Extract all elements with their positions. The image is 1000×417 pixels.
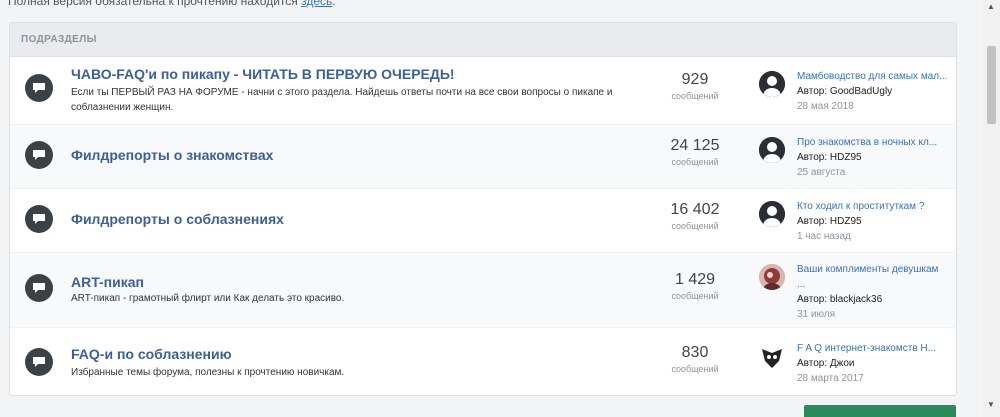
forum-row: Филдрепорты о соблазнениях 16 402 сообще… [10,189,956,253]
forum-title[interactable]: FAQ-и по соблазнению [71,346,232,362]
forum-title[interactable]: ЧАВО-FAQ'и по пикапу - ЧИТАТЬ В ПЕРВУЮ О… [71,66,455,82]
forum-chat-icon [25,274,53,302]
forum-title[interactable]: Филдрепорты о знакомствах [71,147,273,163]
last-post: Мамбоводство для самых мал... Автор: Goo… [797,69,956,114]
post-count-value: 24 125 [670,137,720,154]
vertical-scrollbar[interactable]: ▲ ▼ [983,0,1000,417]
post-count-label: сообщений [671,291,719,301]
last-post-title[interactable]: Ваши комплименты девушкам [797,262,956,277]
last-post-author: Автор: HDZ95 [797,152,862,163]
forum-description: Если ты ПЕРВЫЙ РАЗ НА ФОРУМЕ - начни с э… [71,87,613,113]
post-count: 24 125 сообщений [630,137,760,167]
photo-avatar-icon[interactable] [759,264,785,290]
scroll-down-icon[interactable]: ▼ [987,400,995,409]
forum-description: ART-пикап - грамотный флирт или Как дела… [71,293,345,304]
subforums-header: ПОДРАЗДЕЛЫ [10,23,956,57]
forum-chat-icon [25,348,53,376]
scrollbar-thumb[interactable] [987,46,996,124]
forum-chat-icon [25,205,53,233]
forum-chat-icon [25,74,53,102]
action-button[interactable] [804,405,956,417]
post-count: 1 429 сообщений [630,271,760,301]
forum-title[interactable]: ART-пикап [71,274,144,290]
top-note: Полная версия обязательна к прочтению на… [8,0,336,8]
last-post-author: Автор: GoodBadUgly [797,86,893,97]
default-avatar-icon[interactable] [759,137,785,163]
post-count-value: 1 429 [674,271,716,288]
emblem-avatar-icon[interactable] [759,345,785,371]
forum-row: ЧАВО-FAQ'и по пикапу - ЧИТАТЬ В ПЕРВУЮ О… [10,57,956,125]
last-post-date: 28 мая 2018 [797,101,854,112]
last-post-date: 1 час назад [797,231,851,242]
last-post: Ваши комплименты девушкам ... Автор: bla… [797,262,956,322]
top-note-text: Полная версия обязательна к прочтению на… [8,0,302,8]
post-count-label: сообщений [671,221,719,231]
top-note-tail: . [332,0,336,8]
last-post-title[interactable]: Про знакомства в ночных кл... [797,135,956,150]
subforums-panel: ПОДРАЗДЕЛЫ ЧАВО-FAQ'и по пикапу - ЧИТАТЬ… [9,22,957,396]
top-note-link[interactable]: здесь [301,0,332,8]
forum-row: ART-пикап ART-пикап - грамотный флирт ил… [10,253,956,328]
last-post-date: 25 августа [797,167,846,178]
last-post: Про знакомства в ночных кл... Автор: HDZ… [797,135,956,180]
forum-description: Избранные темы форума, полезны к прочтен… [71,367,345,378]
post-count-label: сообщений [671,364,719,374]
last-post-title[interactable]: Мамбоводство для самых мал... [797,69,956,84]
last-post-author: Автор: blackjack36 [797,294,883,305]
scroll-up-icon[interactable]: ▲ [987,2,995,11]
last-post-date: 31 июля [797,309,836,320]
last-post-title[interactable]: F A Q интернет-знакомств Н... [797,341,956,356]
forum-row: Филдрепорты о знакомствах 24 125 сообщен… [10,125,956,189]
post-count-label: сообщений [671,157,719,167]
post-count-value: 16 402 [670,201,720,218]
forum-chat-icon [25,141,53,169]
post-count: 16 402 сообщений [630,201,760,231]
last-post-date: 28 марта 2017 [797,373,864,384]
last-post-title-continuation[interactable]: ... [797,277,956,292]
post-count-value: 929 [681,71,709,88]
last-post: F A Q интернет-знакомств Н... Автор: Джо… [797,341,956,386]
default-avatar-icon[interactable] [759,71,785,97]
post-count-label: сообщений [671,91,719,101]
post-count: 929 сообщений [630,71,760,101]
post-count: 830 сообщений [630,344,760,374]
last-post-title[interactable]: Кто ходил к проституткам ? [797,199,956,214]
forum-row: FAQ-и по соблазнению Избранные темы фору… [10,328,956,394]
last-post-author: Автор: HDZ95 [797,216,862,227]
forum-title[interactable]: Филдрепорты о соблазнениях [71,211,284,227]
last-post: Кто ходил к проституткам ? Автор: HDZ95 … [797,199,956,244]
last-post-author: Автор: Джои [797,358,855,369]
post-count-value: 830 [681,344,709,361]
default-avatar-icon[interactable] [759,201,785,227]
